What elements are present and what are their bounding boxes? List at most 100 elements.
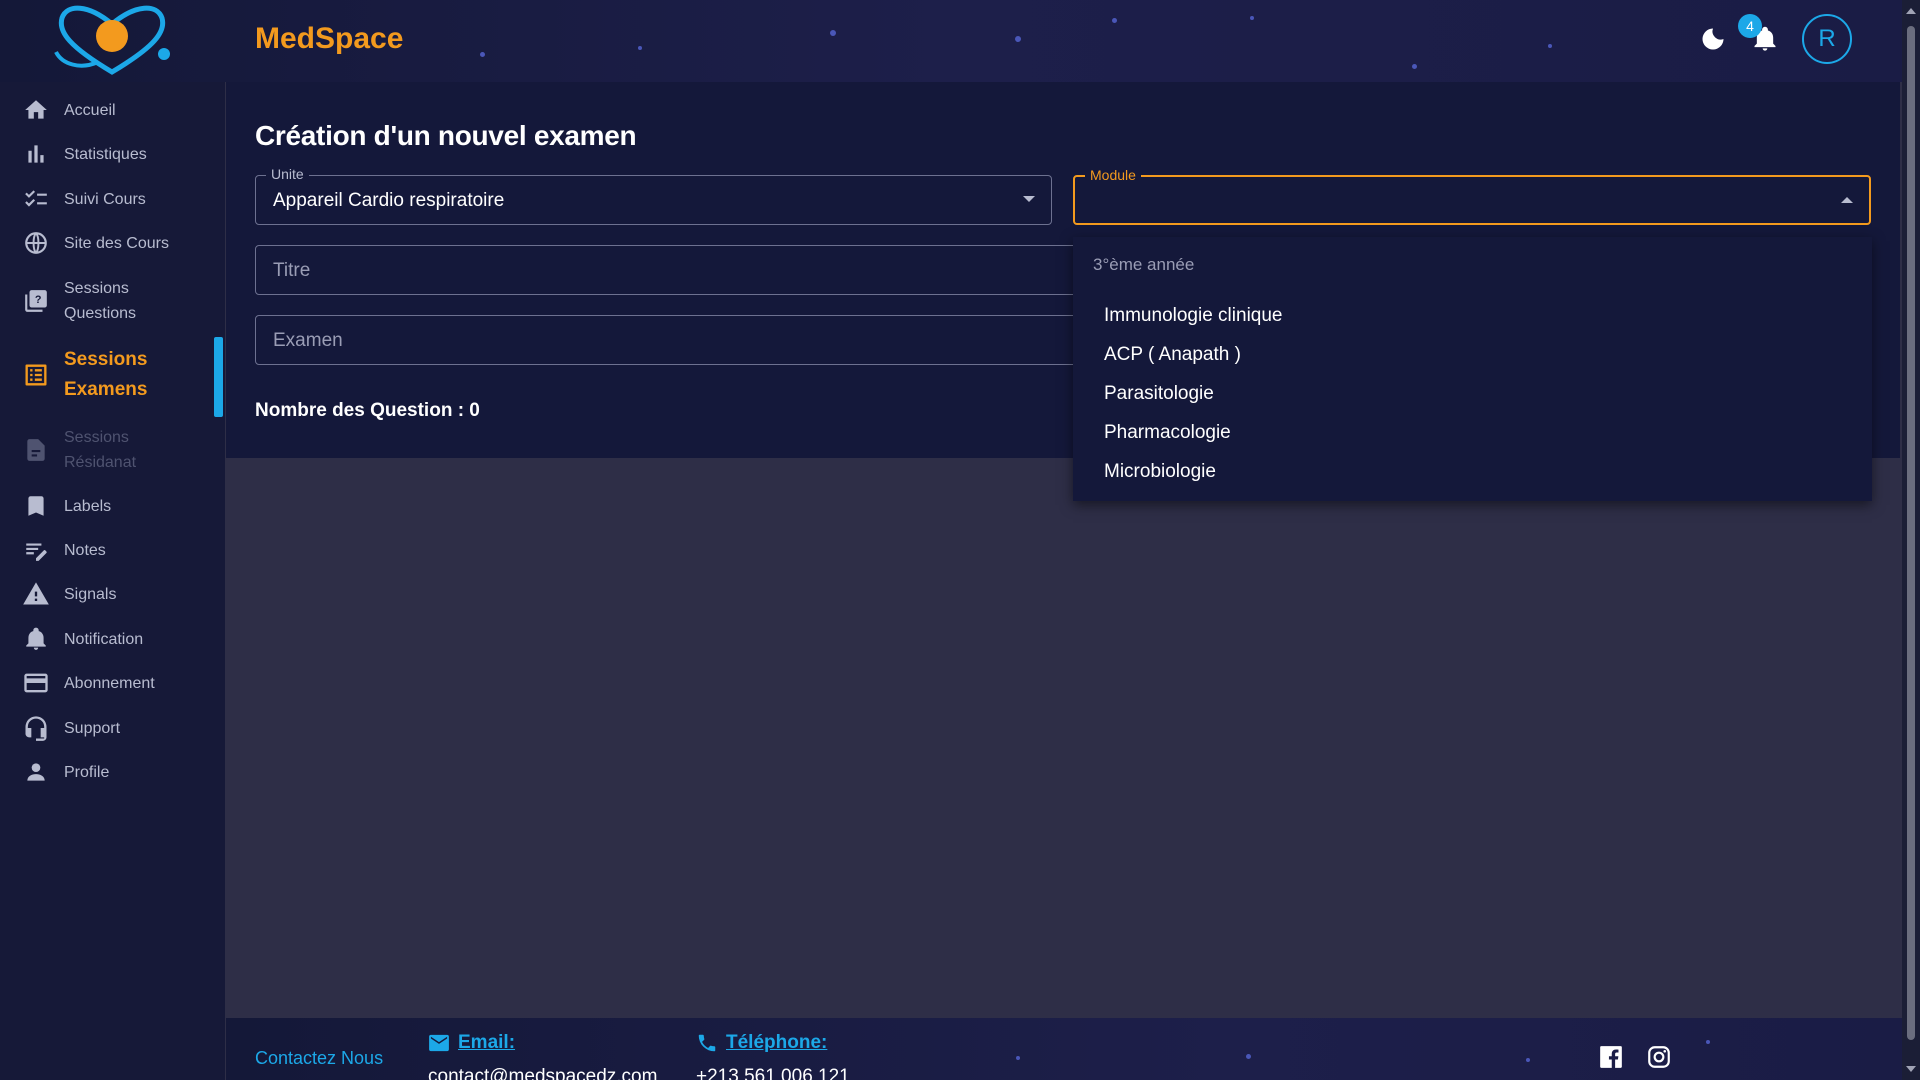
module-label: Module (1085, 167, 1141, 183)
chevron-up-icon (1841, 197, 1853, 203)
scrollbar-thumb[interactable] (1907, 26, 1915, 1040)
footer: Contactez Nous Email: contact@medspacedz… (226, 1018, 1902, 1080)
page-title: Création d'un nouvel examen (255, 120, 637, 151)
sidebar: Accueil Statistiques Suivi Cours Site de… (0, 82, 225, 1080)
sidebar-item-suivi-cours[interactable]: Suivi Cours (22, 185, 146, 213)
sidebar-item-label: Sessions Examens (64, 349, 148, 400)
phone-link[interactable]: Téléphone: (696, 1032, 850, 1054)
unite-select[interactable]: Unite Appareil Cardio respiratoire (255, 166, 1052, 225)
sidebar-item-label: Notification (64, 630, 144, 648)
home-icon (22, 96, 50, 124)
bell-icon (22, 625, 50, 653)
dropdown-option[interactable]: Pharmacologie (1104, 422, 1231, 444)
list-alt-icon (22, 361, 50, 389)
sidebar-item-label: Notes (64, 541, 106, 559)
top-bar: MedSpace 4 R (0, 0, 1902, 82)
medspace-logo[interactable] (40, 2, 180, 78)
contact-us-link[interactable]: Contactez Nous (255, 1048, 383, 1069)
notifications-button[interactable]: 4 (1738, 14, 1780, 54)
social-links (1598, 1044, 1672, 1075)
phone-label: Téléphone: (726, 1032, 828, 1053)
email-label: Email: (458, 1032, 516, 1053)
unite-value: Appareil Cardio respiratoire (273, 190, 505, 211)
star-decoration (638, 46, 642, 50)
star-decoration (1250, 16, 1254, 20)
email-link[interactable]: Email: (428, 1032, 657, 1054)
star-decoration (830, 30, 836, 36)
sidebar-item-label: Suivi Cours (64, 190, 146, 208)
dark-mode-icon[interactable] (1698, 24, 1728, 54)
headset-icon (22, 714, 50, 742)
mail-icon (429, 1034, 449, 1052)
sidebar-item-abonnement[interactable]: Abonnement (22, 669, 155, 697)
email-value: contact@medspacedz.com (428, 1066, 658, 1080)
sidebar-item-label: Sessions Questions (64, 280, 137, 322)
examen-placeholder: Examen (273, 330, 343, 351)
sidebar-item-sessions-questions[interactable]: ? Sessions Questions (22, 276, 154, 326)
dropdown-option[interactable]: Parasitologie (1104, 383, 1214, 405)
sidebar-item-statistiques[interactable]: Statistiques (22, 140, 147, 168)
page-scrollbar[interactable] (1902, 0, 1920, 1080)
sidebar-item-label: Support (64, 719, 121, 737)
dropdown-option[interactable]: Immunologie clinique (1104, 305, 1283, 327)
sidebar-item-support[interactable]: Support (22, 714, 120, 742)
sidebar-item-sessions-examens[interactable]: Sessions Examens (22, 345, 154, 405)
dropdown-option[interactable]: ACP ( Anapath ) (1104, 344, 1241, 366)
star-decoration (1015, 36, 1021, 42)
unite-label: Unite (266, 166, 309, 182)
scroll-up-arrow-icon[interactable] (1906, 8, 1916, 14)
phone-value: +213 561 006 121 (696, 1066, 850, 1080)
warning-icon (22, 580, 50, 608)
sidebar-item-label: Profile (64, 763, 110, 781)
instagram-icon[interactable] (1646, 1044, 1672, 1075)
bookmark-icon (22, 492, 50, 520)
sidebar-item-label: Statistiques (64, 145, 147, 163)
facebook-icon[interactable] (1598, 1044, 1624, 1075)
sidebar-item-label: Signals (64, 585, 117, 603)
notification-badge: 4 (1738, 14, 1762, 38)
sidebar-item-notes[interactable]: Notes (22, 536, 106, 564)
checklist-icon (22, 185, 50, 213)
header-actions: 4 R (1698, 14, 1852, 64)
svg-text:?: ? (35, 294, 42, 306)
chevron-down-icon (1023, 196, 1035, 202)
edit-notes-icon (22, 536, 50, 564)
sidebar-item-profile[interactable]: Profile (22, 758, 109, 786)
star-decoration (1526, 1058, 1530, 1062)
bar-chart-icon (22, 140, 50, 168)
document-icon (22, 436, 50, 464)
sidebar-item-notification[interactable]: Notification (22, 625, 143, 653)
sidebar-item-accueil[interactable]: Accueil (22, 96, 116, 124)
brand-title: MedSpace (255, 22, 404, 55)
star-decoration (1112, 18, 1117, 23)
dropdown-group-header: 3°ème année (1093, 255, 1195, 274)
globe-icon (22, 229, 50, 257)
star-decoration (1016, 1056, 1020, 1060)
star-decoration (1548, 44, 1552, 48)
sidebar-item-label: Abonnement (64, 674, 155, 692)
sidebar-item-labels[interactable]: Labels (22, 492, 111, 520)
sidebar-item-label: Site des Cours (64, 234, 169, 252)
phone-icon (698, 1034, 716, 1052)
module-dropdown-menu: 3°ème année Immunologie clinique ACP ( A… (1073, 237, 1872, 501)
module-select[interactable]: Module (1073, 167, 1871, 225)
star-decoration (1412, 64, 1417, 69)
star-decoration (480, 52, 485, 57)
question-book-icon: ? (22, 287, 50, 315)
active-indicator (214, 337, 223, 417)
credit-card-icon (22, 669, 50, 697)
phone-block: Téléphone: +213 561 006 121 (696, 1032, 850, 1080)
sidebar-item-site-des-cours[interactable]: Site des Cours (22, 229, 169, 257)
scroll-down-arrow-icon[interactable] (1906, 1066, 1916, 1072)
sidebar-item-label: Accueil (64, 101, 116, 119)
email-block: Email: contact@medspacedz.com (428, 1032, 657, 1080)
titre-placeholder: Titre (273, 260, 311, 281)
sidebar-item-signals[interactable]: Signals (22, 580, 116, 608)
avatar[interactable]: R (1802, 14, 1852, 64)
star-decoration (1706, 1040, 1710, 1044)
sidebar-item-sessions-residanat: Sessions Résidanat (22, 425, 154, 475)
person-icon (22, 758, 50, 786)
star-decoration (1246, 1054, 1251, 1059)
dropdown-option[interactable]: Microbiologie (1104, 461, 1216, 483)
question-count: Nombre des Question : 0 (255, 400, 480, 421)
